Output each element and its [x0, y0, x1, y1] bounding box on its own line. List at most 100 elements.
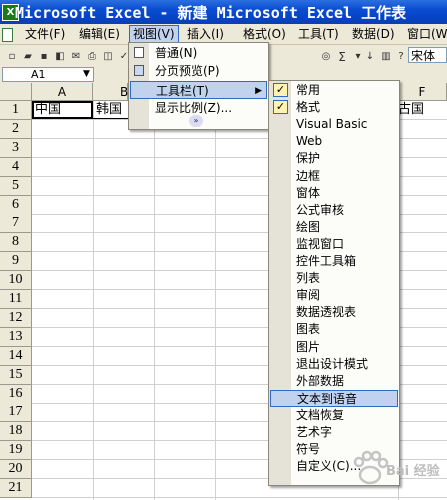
row-header[interactable]: 20	[0, 460, 32, 480]
name-box[interactable]: A1	[2, 67, 94, 82]
toolbar-item[interactable]: 边框	[270, 168, 398, 185]
menu-data[interactable]: 数据(D)	[349, 26, 398, 42]
toolbar-item[interactable]: 图片	[270, 339, 398, 356]
row-header[interactable]: 13	[0, 327, 32, 347]
toolbar-item[interactable]: 外部数据	[270, 373, 398, 390]
toolbar-item[interactable]: 公式审核	[270, 202, 398, 219]
row-header[interactable]: 3	[0, 138, 32, 158]
row-header[interactable]: 21	[0, 479, 32, 498]
toolbar-item[interactable]: 数据透视表	[270, 304, 398, 321]
row-header[interactable]: 14	[0, 346, 32, 366]
toolbar-item[interactable]: 绘图	[270, 219, 398, 236]
toolbar-item-label: 退出设计模式	[296, 356, 369, 371]
print-preview-icon[interactable]: ◫	[100, 49, 116, 65]
menu-file[interactable]: 文件(F)	[22, 26, 68, 42]
toolbar-item[interactable]: 控件工具箱	[270, 253, 398, 270]
column-header-b[interactable]: B	[93, 83, 128, 101]
open-icon[interactable]: ▰	[20, 49, 36, 65]
row-header[interactable]: 1	[0, 101, 32, 120]
workbook-icon[interactable]	[2, 28, 13, 42]
cell-f1[interactable]: 古国	[398, 101, 424, 119]
row-header[interactable]: 12	[0, 308, 32, 328]
row-header[interactable]: 17	[0, 403, 32, 423]
baidu-watermark: Bai 经验	[350, 430, 445, 498]
paw-logo-icon	[353, 450, 389, 485]
toolbar-item-label: 格式	[296, 100, 321, 115]
cell-a1[interactable]: 中国	[35, 101, 61, 119]
toolbar-item-label: 数据透视表	[296, 305, 357, 320]
menu-view[interactable]: 视图(V)	[129, 25, 179, 43]
view-menu-dropdown: 普通(N) 分页预览(P) 工具栏(T) ▶ 显示比例(Z)... »	[128, 42, 269, 130]
view-menu-toolbars[interactable]: 工具栏(T) ▶	[130, 81, 267, 99]
cell-b1[interactable]: 韩国	[96, 101, 122, 119]
toolbar-item[interactable]: 文本到语音	[270, 389, 398, 407]
toolbar-item[interactable]: 窗体	[270, 185, 398, 202]
column-header-f[interactable]: F	[398, 83, 447, 101]
view-menu-page-break-preview[interactable]: 分页预览(P)	[130, 62, 267, 80]
toolbar-item[interactable]: 保护	[270, 150, 398, 167]
toolbar-item[interactable]: 列表	[270, 270, 398, 287]
select-all-corner[interactable]	[0, 83, 32, 101]
toolbar-item[interactable]: Visual Basic	[270, 116, 398, 133]
toolbar-item-label: 图表	[296, 322, 321, 337]
toolbar-item[interactable]: 图表	[270, 321, 398, 338]
row-header[interactable]: 6	[0, 195, 32, 215]
row-header[interactable]: 10	[0, 271, 32, 291]
toolbar-item[interactable]: ✓ 格式	[270, 99, 398, 116]
row-header[interactable]: 18	[0, 422, 32, 442]
autosum-icon[interactable]: Σ	[334, 49, 350, 65]
row-header[interactable]: 2	[0, 119, 32, 139]
toolbar-item[interactable]: 文档恢复	[270, 407, 398, 424]
menu-tools[interactable]: 工具(T)	[295, 26, 342, 42]
toolbar-item[interactable]: Web	[270, 133, 398, 150]
menu-edit[interactable]: 编辑(E)	[76, 26, 123, 42]
toolbar-item-label: 窗体	[296, 185, 321, 200]
toolbar-item-label: 文档恢复	[296, 407, 345, 422]
sort-ascending-icon[interactable]: ↓	[362, 49, 378, 65]
page-break-icon	[134, 65, 144, 76]
row-header[interactable]: 5	[0, 176, 32, 196]
expand-menu-chevron-icon[interactable]: »	[189, 115, 203, 127]
toolbar-item-label: 图片	[296, 339, 321, 354]
toolbar-item-label: Visual Basic	[296, 117, 368, 132]
toolbar-item-label: 审阅	[296, 288, 321, 303]
toolbar-item-label: 公式审核	[296, 202, 345, 217]
menu-format[interactable]: 格式(O)	[240, 26, 289, 42]
row-header[interactable]: 4	[0, 157, 32, 177]
menu-insert[interactable]: 插入(I)	[184, 26, 227, 42]
name-box-dropdown-icon[interactable]: ▼	[83, 69, 90, 79]
toolbar-item[interactable]: 审阅	[270, 287, 398, 304]
row-header[interactable]: 7	[0, 214, 32, 234]
checkmark-icon: ✓	[273, 100, 288, 115]
toolbar-item-label: 边框	[296, 168, 321, 183]
row-header[interactable]: 16	[0, 384, 32, 404]
hyperlink-icon[interactable]: ◎	[318, 49, 334, 65]
toolbar-item[interactable]: 退出设计模式	[270, 356, 398, 373]
toolbar-item-label: 控件工具箱	[296, 254, 357, 268]
row-header[interactable]: 8	[0, 233, 32, 253]
new-icon[interactable]: ▫	[4, 49, 20, 65]
toolbar-item-label: 绘图	[296, 219, 321, 234]
toolbar-item-label: Web	[296, 134, 323, 149]
row-header[interactable]: 15	[0, 365, 32, 385]
toolbar-item-label: 常用	[296, 83, 321, 97]
font-name-select[interactable]: 宋体	[408, 47, 447, 63]
row-header[interactable]: 11	[0, 290, 32, 309]
toolbar-item[interactable]: 监视窗口	[270, 236, 398, 253]
watermark-text: Bai 经验	[386, 464, 440, 479]
submenu-arrow-icon: ▶	[255, 86, 262, 96]
menu-window[interactable]: 窗口(W	[404, 26, 447, 42]
toolbar-item-label: 艺术字	[296, 425, 333, 439]
email-icon[interactable]: ✉	[68, 49, 84, 65]
window-title: Microsoft Excel - 新建 Microsoft Excel 工作表	[15, 4, 407, 22]
help-icon[interactable]: ?	[393, 49, 409, 65]
print-icon[interactable]: ⎙	[84, 49, 100, 65]
permission-icon[interactable]: ◧	[52, 49, 68, 65]
row-header[interactable]: 9	[0, 252, 32, 272]
row-header[interactable]: 19	[0, 441, 32, 461]
toolbar-item[interactable]: ✓ 常用	[270, 82, 398, 99]
chart-wizard-icon[interactable]: ▥	[378, 49, 394, 65]
save-icon[interactable]: ▪	[36, 49, 52, 65]
view-menu-normal[interactable]: 普通(N)	[130, 44, 267, 62]
column-header-a[interactable]: A	[32, 83, 93, 101]
